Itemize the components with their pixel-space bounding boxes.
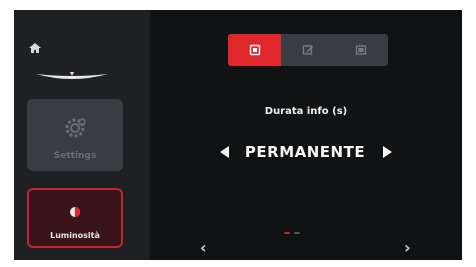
brightness-icon: [68, 204, 82, 223]
settings-label: Settings: [53, 151, 97, 161]
tab-info-display[interactable]: [228, 34, 282, 66]
home-icon[interactable]: [28, 39, 42, 53]
sidebar: Settings Luminosità: [14, 10, 150, 260]
edit-icon: [302, 41, 314, 60]
page-dot-active: [284, 232, 290, 234]
tab-screen[interactable]: [335, 34, 388, 66]
previous-page-chevron-icon[interactable]: ‹: [200, 238, 207, 257]
brightness-button[interactable]: Luminosità: [27, 188, 123, 248]
settings-button[interactable]: Settings: [27, 99, 123, 171]
value-selector: PERMANENTE: [150, 140, 462, 164]
next-page-chevron-icon[interactable]: ›: [404, 238, 411, 257]
tab-edit[interactable]: [281, 34, 334, 66]
gear-icon: [62, 115, 88, 145]
next-value-arrow-icon[interactable]: [383, 146, 393, 158]
infotainment-screen: Settings Luminosità Durata info (s) PERM…: [14, 10, 462, 260]
page-indicator: [284, 232, 300, 234]
screen-icon: [355, 41, 367, 60]
brightness-label: Luminosità: [50, 231, 100, 240]
info-display-icon: [249, 41, 261, 60]
brand-logo-icon: [34, 67, 110, 79]
page-dot: [294, 232, 300, 234]
main-panel: Durata info (s) PERMANENTE ‹ ›: [150, 10, 462, 260]
previous-value-arrow-icon[interactable]: [219, 146, 229, 158]
display-mode-tabs: [228, 34, 388, 66]
setting-value: PERMANENTE: [244, 143, 366, 161]
setting-title: Durata info (s): [264, 106, 348, 117]
